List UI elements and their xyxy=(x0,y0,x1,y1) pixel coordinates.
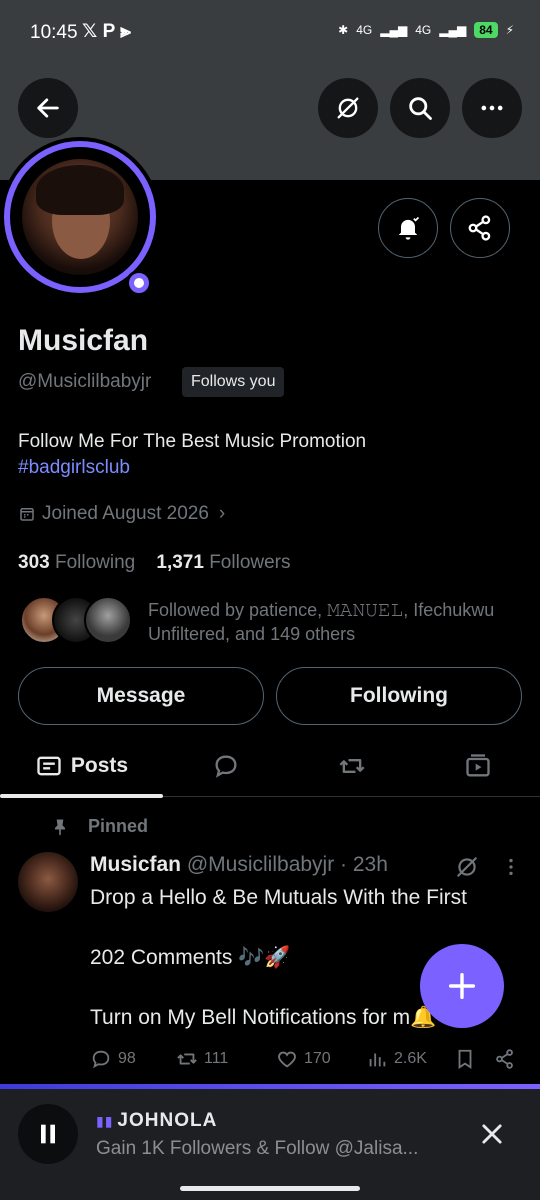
follows-you-badge: Follows you xyxy=(182,367,285,397)
chevron-right-icon: › xyxy=(218,503,226,524)
message-button[interactable]: Message xyxy=(18,667,264,725)
post-author-avatar[interactable] xyxy=(18,852,78,912)
tab-posts[interactable]: Posts xyxy=(0,735,163,797)
followed-by-text[interactable]: Followed by patience, 𝙼𝙰𝙽𝚄𝙴𝙻, Ifechukwu … xyxy=(148,598,528,646)
profile-bio: Follow Me For The Best Music Promotion #… xyxy=(18,429,366,481)
notification-icons: 𝕏 P ⫸ xyxy=(82,21,131,42)
calendar-icon xyxy=(20,508,34,521)
tab-reposts[interactable] xyxy=(289,735,415,797)
share-button[interactable] xyxy=(450,198,510,258)
profile-handle: @Musiclilbabyjr xyxy=(18,371,152,392)
back-button[interactable] xyxy=(18,78,78,138)
share-icon xyxy=(496,1049,513,1069)
battery-indicator: 84 xyxy=(474,22,498,38)
followers-count: 1,371 xyxy=(156,552,204,573)
bluetooth-icon: ✱ xyxy=(338,23,349,37)
more-dots-icon xyxy=(481,105,503,111)
close-player-button[interactable] xyxy=(470,1112,514,1156)
status-right: ✱ 4G ▂▄▆ 4G ▂▄▆ 84 ⚡ xyxy=(338,22,514,38)
signal-label-1: 4G xyxy=(356,23,373,37)
reply-action[interactable]: 98 xyxy=(90,1048,176,1070)
media-mini-player[interactable]: ▮▮ JOHNOLA Gain 1K Followers & Follow @Ja… xyxy=(0,1084,540,1200)
arrow-left-icon xyxy=(37,98,59,118)
follow-stats: 303 Following 1,371 Followers xyxy=(18,552,291,574)
like-action[interactable]: 170 xyxy=(276,1048,366,1070)
bio-hashtag-link[interactable]: #badgirlsclub xyxy=(18,455,366,481)
signal-label-2: 4G xyxy=(415,23,432,37)
followers-label: Followers xyxy=(209,552,291,573)
bookmark-icon xyxy=(458,1049,472,1069)
profile-name: Musicfan xyxy=(18,324,149,357)
followers-count-link[interactable]: 1,371 Followers xyxy=(156,552,290,573)
player-title: ▮▮ JOHNOLA xyxy=(96,1110,217,1132)
reply-icon xyxy=(92,1050,110,1069)
active-tab-indicator xyxy=(0,794,163,798)
pinned-indicator: Pinned xyxy=(50,816,148,837)
tab-posts-label: Posts xyxy=(70,754,129,777)
bell-check-icon xyxy=(398,216,420,240)
pinned-label: Pinned xyxy=(88,816,149,836)
verified-badge-icon[interactable] xyxy=(126,270,152,296)
search-button[interactable] xyxy=(390,78,450,138)
following-button[interactable]: Following xyxy=(276,667,522,725)
joined-date-link[interactable]: Joined August 2026 › xyxy=(18,503,225,525)
post-meta: @Musiclilbabyjr · 23h xyxy=(186,853,388,876)
tab-media[interactable] xyxy=(415,735,540,797)
charging-icon: ⚡ xyxy=(505,23,514,37)
views-count: 2.6K xyxy=(394,1050,427,1067)
close-icon xyxy=(482,1124,502,1144)
pin-icon xyxy=(55,819,65,835)
player-progress-bar[interactable] xyxy=(0,1084,540,1089)
heart-icon xyxy=(278,1051,296,1068)
repost-icon xyxy=(339,759,365,773)
like-count: 170 xyxy=(304,1050,331,1067)
player-subtitle: Gain 1K Followers & Follow @Jalisa... xyxy=(96,1138,419,1159)
status-time: 10:45 xyxy=(30,22,78,43)
views-action[interactable]: 2.6K xyxy=(366,1048,454,1070)
post-actions: 98 111 170 2.6K xyxy=(90,1044,524,1074)
bookmark-action[interactable] xyxy=(454,1048,494,1070)
notifications-bell-button[interactable] xyxy=(378,198,438,258)
share-action[interactable] xyxy=(494,1048,524,1070)
post-more-icon[interactable] xyxy=(500,854,522,880)
views-chart-icon xyxy=(369,1053,386,1067)
tab-replies[interactable] xyxy=(163,735,289,797)
plus-icon xyxy=(448,972,476,1000)
repost-icon xyxy=(177,1053,197,1065)
avatar-image xyxy=(22,159,138,275)
posts-icon xyxy=(37,756,61,776)
pause-button[interactable] xyxy=(18,1104,78,1164)
media-video-icon xyxy=(465,754,490,777)
more-button[interactable] xyxy=(462,78,522,138)
bio-text: Follow Me For The Best Music Promotion xyxy=(18,431,367,452)
grok-button[interactable] xyxy=(318,78,378,138)
joined-text: Joined August 2026 xyxy=(42,503,209,524)
home-indicator xyxy=(180,1186,360,1191)
following-count-link[interactable]: 303 Following xyxy=(18,552,135,573)
followed-by-avatars[interactable] xyxy=(20,596,140,646)
signal-icon-2: ▂▄▆ xyxy=(439,23,467,37)
repost-action[interactable]: 111 xyxy=(176,1048,276,1070)
status-bar: 10:45 𝕏 P ⫸ ✱ 4G ▂▄▆ 4G ▂▄▆ 84 ⚡ xyxy=(0,0,540,66)
profile-tabs: Posts xyxy=(0,735,540,797)
share-icon xyxy=(468,215,491,241)
search-icon xyxy=(409,97,432,120)
pause-icon xyxy=(41,1124,55,1144)
post-author-name[interactable]: Musicfan xyxy=(90,853,181,876)
following-label: Following xyxy=(54,552,136,573)
repost-count: 111 xyxy=(204,1050,229,1067)
avatar xyxy=(84,596,132,644)
compose-fab-button[interactable] xyxy=(420,944,504,1028)
player-title-text: JOHNOLA xyxy=(117,1110,218,1131)
reply-count: 98 xyxy=(118,1050,136,1067)
following-count: 303 xyxy=(18,552,50,573)
signal-icon: ▂▄▆ xyxy=(380,23,408,37)
post-header: Musicfan @Musiclilbabyjr · 23h xyxy=(90,853,388,877)
audio-bars-icon: ▮▮ xyxy=(96,1113,114,1129)
grok-post-icon[interactable] xyxy=(454,854,480,880)
reply-bubble-icon xyxy=(215,755,237,778)
grok-icon xyxy=(337,97,359,119)
